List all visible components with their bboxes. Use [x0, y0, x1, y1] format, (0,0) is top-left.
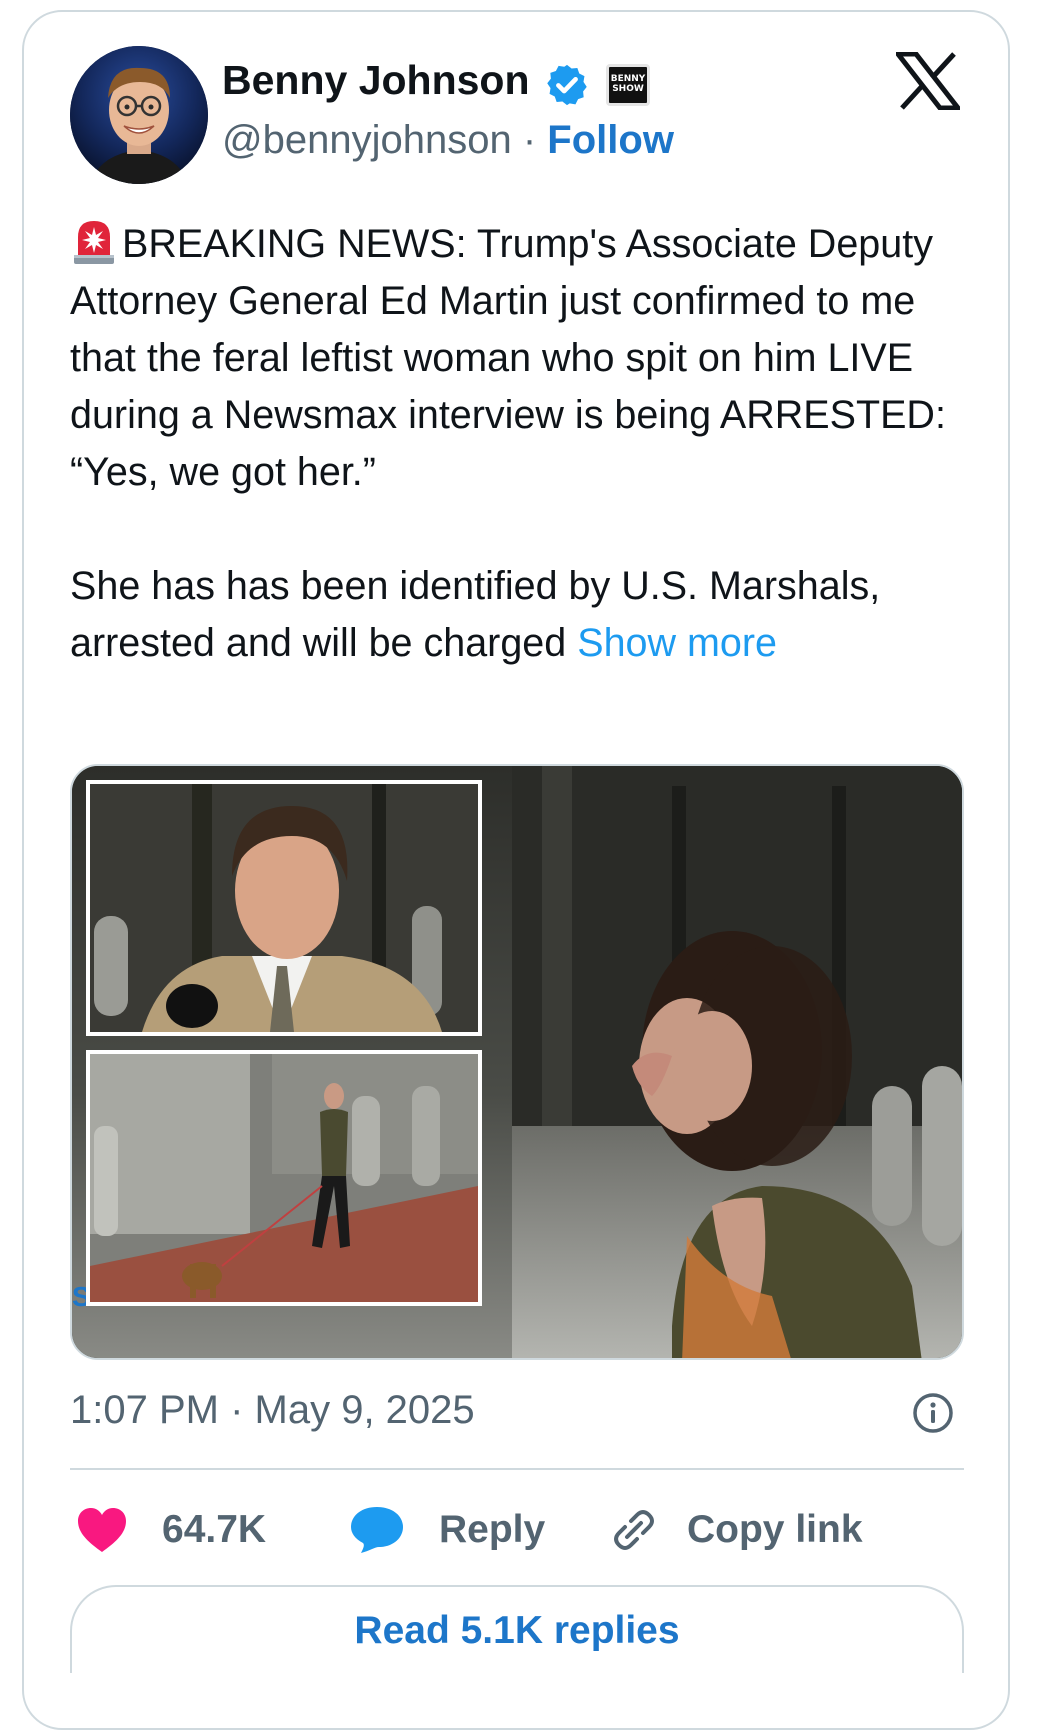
reply-label: Reply — [439, 1508, 546, 1551]
follow-button[interactable]: Follow — [547, 118, 674, 162]
badge-line-2: SHOW — [612, 84, 644, 94]
info-icon[interactable] — [912, 1392, 954, 1434]
copy-link-button[interactable]: Copy link — [609, 1502, 863, 1558]
link-icon — [614, 1510, 654, 1550]
copy-link-label: Copy link — [687, 1508, 863, 1551]
author-avatar[interactable] — [70, 46, 208, 184]
author-name[interactable]: Benny Johnson — [222, 57, 530, 104]
rotating-light-emoji-icon — [74, 221, 114, 264]
author-handle[interactable]: @bennyjohnson — [222, 118, 512, 162]
show-more-link[interactable]: Show more — [577, 621, 777, 665]
like-count: 64.7K — [162, 1508, 267, 1551]
verified-badge-icon — [547, 64, 587, 106]
like-button[interactable]: 64.7K — [76, 1502, 266, 1558]
affiliate-badge[interactable]: BENNY SHOW — [606, 64, 650, 106]
badge-line-1: BENNY — [610, 74, 646, 84]
tweet-text: BREAKING NEWS: Trump's Associate Deputy … — [70, 216, 970, 672]
speech-bubble-icon — [351, 1507, 403, 1553]
heart-icon — [78, 1508, 126, 1552]
reply-button[interactable]: Reply — [349, 1502, 545, 1558]
divider — [70, 1468, 964, 1470]
x-logo-icon[interactable] — [896, 52, 960, 110]
tweet-timestamp[interactable]: 1:07 PM · May 9, 2025 — [70, 1388, 475, 1433]
author-handle-row: @bennyjohnson · Follow — [222, 118, 674, 163]
video-still-image: S — [72, 766, 962, 1358]
read-replies-button[interactable]: Read 5.1K replies — [70, 1585, 964, 1673]
handle-separator: · — [522, 118, 537, 162]
tweet-body: BREAKING NEWS: Trump's Associate Deputy … — [70, 222, 946, 665]
tweet-media[interactable]: S — [70, 764, 964, 1360]
avatar-image — [70, 46, 208, 184]
